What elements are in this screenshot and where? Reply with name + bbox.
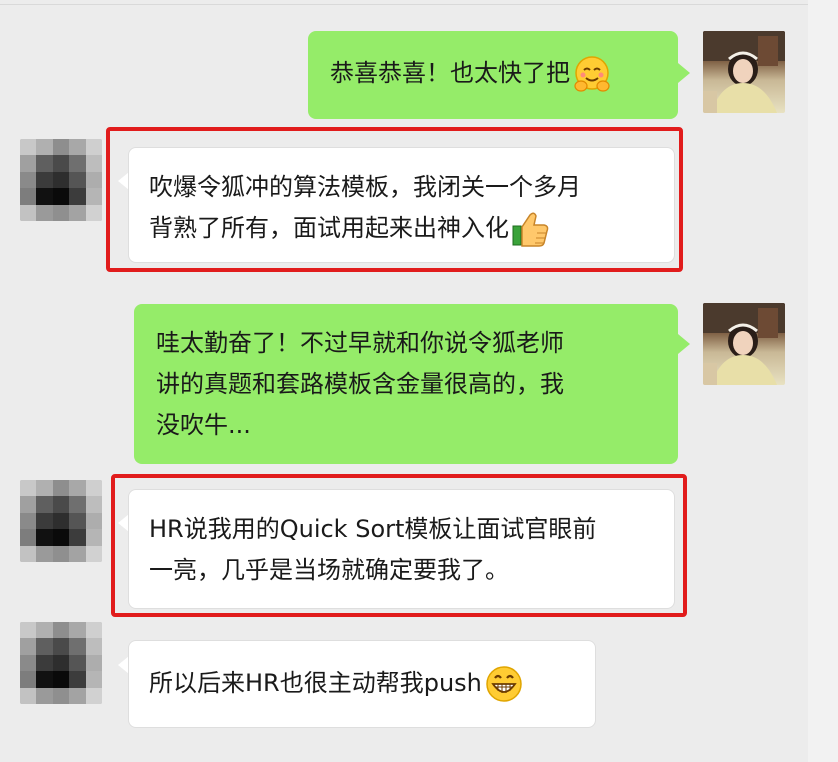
message-line: HR说我用的Quick Sort模板让面试官眼前 [149,515,597,543]
contact-avatar[interactable] [20,622,102,704]
message-text: 所以后来HR也很主动帮我push [149,669,482,697]
message-line: 一亮，几乎是当场就确定要我了。 [149,556,509,584]
scroll-gutter [808,0,838,762]
message-line: 讲的真题和套路模板含金量很高的，我 [156,370,564,398]
top-divider [0,4,808,5]
bubble-tail [678,334,690,354]
message-bubble[interactable]: 哇太勤奋了！不过早就和你说令狐老师 讲的真题和套路模板含金量很高的，我 没吹牛.… [134,304,678,464]
bubble-tail [678,63,690,83]
message-line: 哇太勤奋了！不过早就和你说令狐老师 [156,329,564,357]
message-bubble[interactable]: 恭喜恭喜！也太快了把 [308,31,678,119]
message-line: 背熟了所有，面试用起来出神入化 [149,214,509,242]
self-avatar[interactable] [703,31,785,113]
person-photo-icon [703,31,785,113]
contact-avatar[interactable] [20,139,102,221]
contact-avatar[interactable] [20,480,102,562]
person-photo-icon [703,303,785,385]
message-line: 吹爆令狐冲的算法模板，我闭关一个多月 [149,173,581,201]
thumbs-up-emoji-icon [512,212,549,247]
message-bubble[interactable]: 所以后来HR也很主动帮我push [128,640,596,728]
message-text: 恭喜恭喜！也太快了把 [330,59,570,87]
message-bubble[interactable]: 吹爆令狐冲的算法模板，我闭关一个多月 背熟了所有，面试用起来出神入化 [128,147,675,263]
self-avatar[interactable] [703,303,785,385]
message-bubble[interactable]: HR说我用的Quick Sort模板让面试官眼前 一亮，几乎是当场就确定要我了。 [128,489,675,609]
grinning-face-emoji-icon [486,666,522,702]
message-line: 没吹牛... [156,411,251,439]
hugging-face-emoji-icon [574,56,610,92]
